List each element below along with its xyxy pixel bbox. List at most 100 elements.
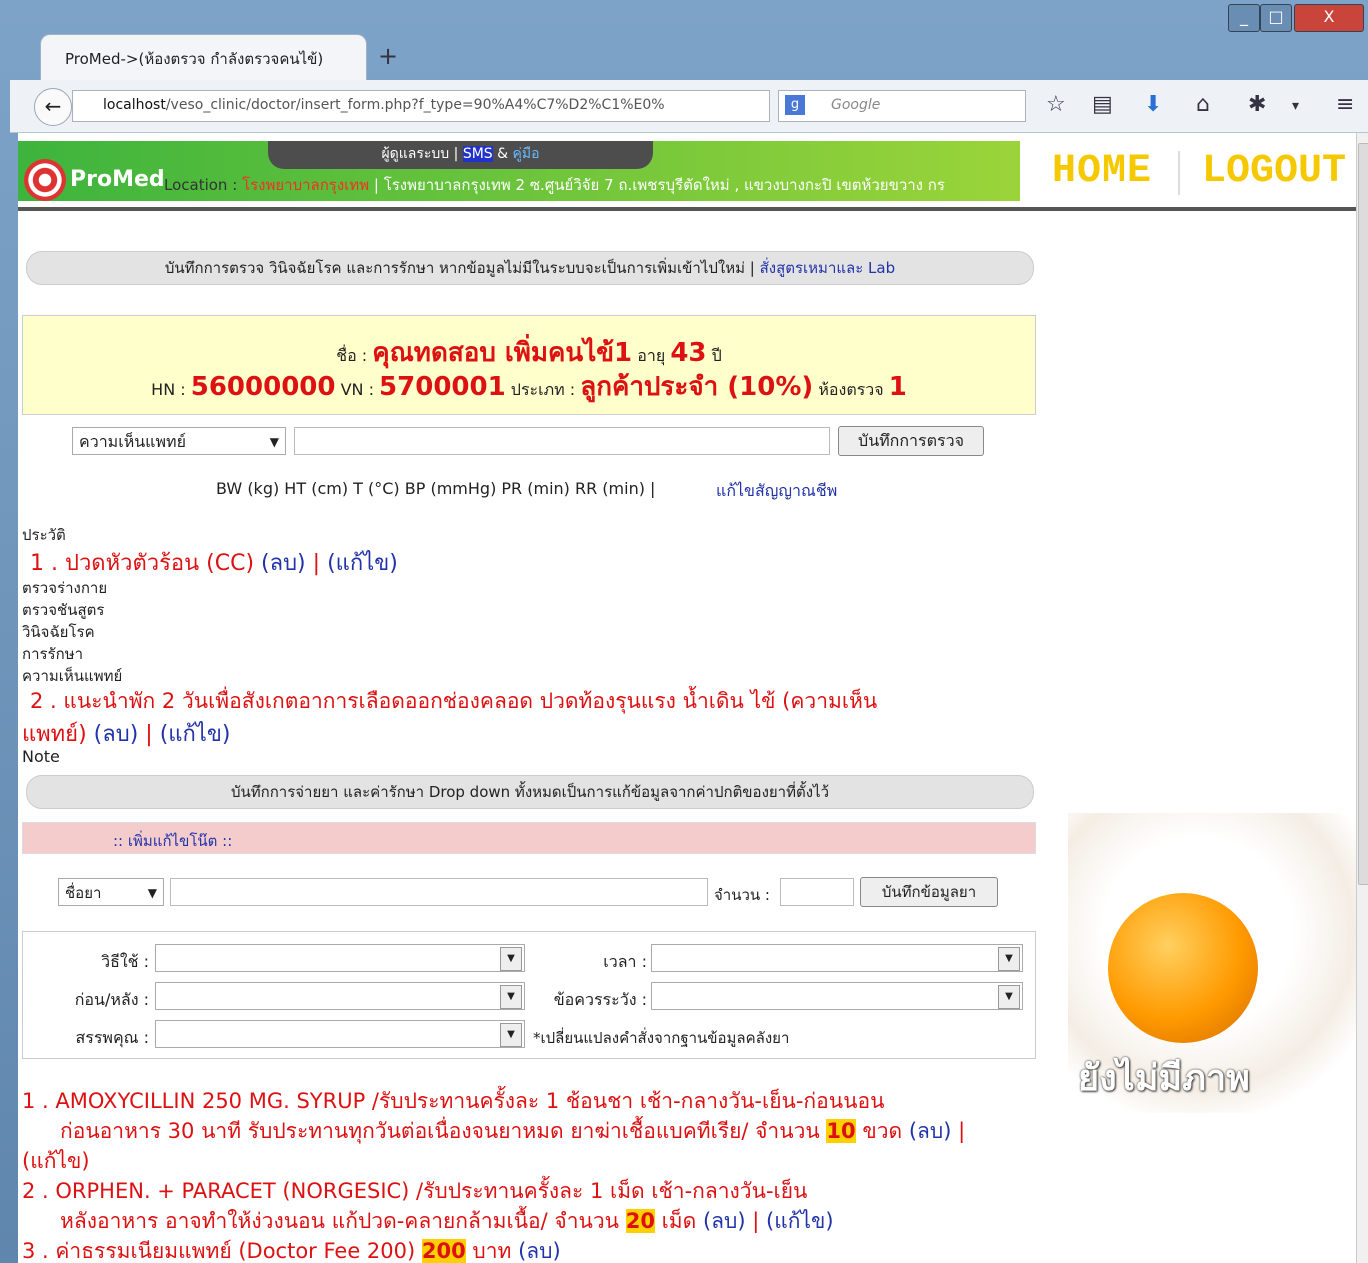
- history-item-1-sep: |: [312, 551, 321, 576]
- scrollbar-thumb[interactable]: [1358, 143, 1368, 885]
- exam-info-bar: บันทึกการตรวจ วินิจฉัยโรค และการรักษา หา…: [26, 251, 1034, 285]
- bookmarks-list-icon[interactable]: ▤: [1092, 92, 1113, 117]
- patient-age: 43: [670, 338, 707, 368]
- rx-item-2-unit: เม็ด: [661, 1209, 697, 1233]
- addon-icon[interactable]: ✱: [1248, 92, 1266, 117]
- rx-item-3-text: 3 . ค่าธรรมเนียมแพทย์ (Doctor Fee 200): [22, 1239, 416, 1263]
- note-label: Note: [22, 747, 60, 766]
- exam-room: 1: [888, 372, 907, 402]
- tab-title: ProMed->(ห้องตรวจ กำลังตรวจคนไข้): [65, 50, 324, 68]
- bookmark-star-icon[interactable]: ☆: [1046, 92, 1066, 117]
- exam-note-input[interactable]: [294, 427, 830, 455]
- location-name: โรงพยาบาลกรุงเทพ: [242, 176, 370, 194]
- chevron-down-icon: ▼: [500, 985, 522, 1009]
- home-icon[interactable]: ⌂: [1196, 92, 1210, 117]
- drug-name-select[interactable]: ชื่อยา ▼: [58, 878, 164, 906]
- rx-item-1-line1: 1 . AMOXYCILLIN 250 MG. SYRUP /รับประทาน…: [22, 1089, 885, 1113]
- drug-info-text: บันทึกการจ่ายยา และค่ารักษา Drop down ทั…: [230, 783, 830, 801]
- history-item-2-line2: แพทย์) (ลบ) | (แก้ไข): [22, 716, 231, 751]
- menu-icon[interactable]: ≡: [1336, 92, 1354, 117]
- maximize-button[interactable]: □: [1260, 4, 1292, 32]
- manual-link[interactable]: คู่มือ: [513, 146, 540, 162]
- rx-item-3-delete[interactable]: (ลบ): [518, 1239, 561, 1263]
- header-divider: [1178, 151, 1180, 195]
- lab-exam-label: ตรวจชันสูตร: [22, 601, 105, 619]
- save-exam-button[interactable]: บันทึกการตรวจ: [838, 426, 984, 456]
- patient-id-line: HN : 56000000 VN : 5700001 ประเภท : ลูกค…: [23, 366, 1035, 407]
- chevron-down-icon: ▼: [998, 985, 1020, 1009]
- url-bar[interactable]: localhost/veso_clinic/doctor/insert_form…: [72, 90, 770, 122]
- browser-window: ProMed->(ห้องตรวจ กำลังตรวจคนไข้) + _ □ …: [0, 0, 1368, 1263]
- url-text: localhost/veso_clinic/doctor/insert_form…: [103, 97, 665, 113]
- home-button[interactable]: HOME: [1052, 149, 1152, 194]
- page-scrollbar[interactable]: [1356, 133, 1368, 1263]
- history-label: ประวัติ: [22, 526, 66, 544]
- download-icon[interactable]: ⬇: [1144, 92, 1162, 117]
- minimize-button[interactable]: _: [1228, 4, 1260, 32]
- hn-label: HN :: [151, 380, 186, 399]
- rx-item-2-line2: หลังอาหาร อาจทำให้ง่วงนอน แก้ปวด-คลายกล้…: [60, 1205, 834, 1238]
- rx-item-1-unit: ขวด: [862, 1119, 903, 1143]
- age-label: อายุ: [637, 346, 666, 365]
- back-arrow-icon[interactable]: ←: [34, 88, 72, 126]
- fruit-picture: [1108, 893, 1258, 1043]
- time-select[interactable]: ▼: [651, 944, 1023, 972]
- usage-select[interactable]: ▼: [155, 944, 525, 972]
- history-item-2-sep: |: [145, 722, 153, 747]
- exam-category-select[interactable]: ความเห็นแพทย์ ▼: [72, 427, 286, 455]
- history-item-1: 1 . ปวดหัวตัวร้อน (CC) (ลบ) | (แก้ไข): [30, 545, 398, 580]
- usage-label: วิธีใช้ :: [101, 952, 149, 971]
- rx-item-1-qty: 10: [826, 1119, 856, 1143]
- history-item-1-delete[interactable]: (ลบ): [261, 551, 306, 576]
- property-label: สรรพคุณ :: [75, 1028, 149, 1047]
- logout-button[interactable]: LOGOUT: [1202, 149, 1346, 194]
- tab-bar: ProMed->(ห้องตรวจ กำลังตรวจคนไข้) +: [10, 0, 1368, 81]
- sms-link[interactable]: SMS: [462, 146, 493, 162]
- drug-name-input[interactable]: [170, 878, 708, 906]
- no-image-text: ยังไม่มีภาพ: [1078, 1058, 1250, 1099]
- rx-item-2-delete[interactable]: (ลบ): [703, 1209, 746, 1233]
- rx-item-2-sep: |: [752, 1209, 760, 1233]
- property-select[interactable]: ▼: [155, 1020, 525, 1048]
- rx-item-2-edit[interactable]: (แก้ไข): [766, 1209, 834, 1233]
- history-item-2-edit[interactable]: (แก้ไข): [160, 722, 231, 747]
- formula-lab-link[interactable]: สั่งสูตรเหมาและ Lab: [760, 259, 896, 277]
- tab-active[interactable]: ProMed->(ห้องตรวจ กำลังตรวจคนไข้): [40, 34, 367, 81]
- search-placeholder: Google: [831, 97, 881, 113]
- rx-item-2-text: หลังอาหาร อาจทำให้ง่วงนอน แก้ปวด-คลายกล้…: [60, 1209, 620, 1233]
- location-label: Location :: [164, 176, 238, 194]
- note-edit-bar: :: เพิ่มแก้ไขโน๊ต ::: [22, 822, 1036, 854]
- search-input[interactable]: g Google: [778, 90, 1026, 122]
- room-label: ห้องตรวจ: [818, 380, 884, 399]
- patient-name: คุณทดสอบ เพิ่มคนไข้1: [372, 338, 633, 368]
- header-rule: [18, 207, 1356, 211]
- age-unit: ปี: [711, 346, 722, 365]
- rx-item-3-unit: บาท: [472, 1239, 512, 1263]
- qty-input[interactable]: [780, 878, 854, 906]
- new-tab-button[interactable]: +: [378, 42, 398, 70]
- chevron-down-icon[interactable]: ▾: [1292, 98, 1299, 114]
- admin-bar: ผู้ดูแลระบบ | SMS & คู่มือ: [268, 141, 653, 169]
- rx-item-1-delete[interactable]: (ลบ): [909, 1119, 952, 1143]
- vn-label: VN :: [340, 380, 374, 399]
- rx-item-2-qty: 20: [625, 1209, 655, 1233]
- chevron-down-icon: ▼: [269, 435, 279, 449]
- name-label: ชื่อ :: [336, 346, 368, 365]
- patient-hn: 56000000: [190, 372, 336, 402]
- history-item-2-delete[interactable]: (ลบ): [94, 722, 139, 747]
- chevron-down-icon: ▼: [500, 1023, 522, 1047]
- rx-item-1-edit[interactable]: (แก้ไข): [22, 1145, 90, 1178]
- site-header: ผู้ดูแลระบบ | SMS & คู่มือ ProMed Locati…: [18, 141, 1020, 201]
- close-button[interactable]: X: [1294, 4, 1364, 32]
- amp-text: &: [497, 146, 509, 162]
- history-item-1-edit[interactable]: (แก้ไข): [327, 551, 398, 576]
- edit-vitals-link[interactable]: แก้ไขสัญญาณชีพ: [716, 479, 837, 504]
- physical-exam-label: ตรวจร่างกาย: [22, 579, 108, 597]
- history-item-1-text: 1 . ปวดหัวตัวร้อน (CC): [30, 551, 255, 576]
- before-after-select[interactable]: ▼: [155, 982, 525, 1010]
- google-icon[interactable]: g: [785, 95, 805, 115]
- drug-name-value: ชื่อยา: [65, 884, 102, 902]
- save-drug-button[interactable]: บันทึกข้อมูลยา: [860, 877, 998, 907]
- caution-select[interactable]: ▼: [651, 982, 1023, 1010]
- note-edit-link[interactable]: :: เพิ่มแก้ไขโน๊ต ::: [113, 829, 232, 853]
